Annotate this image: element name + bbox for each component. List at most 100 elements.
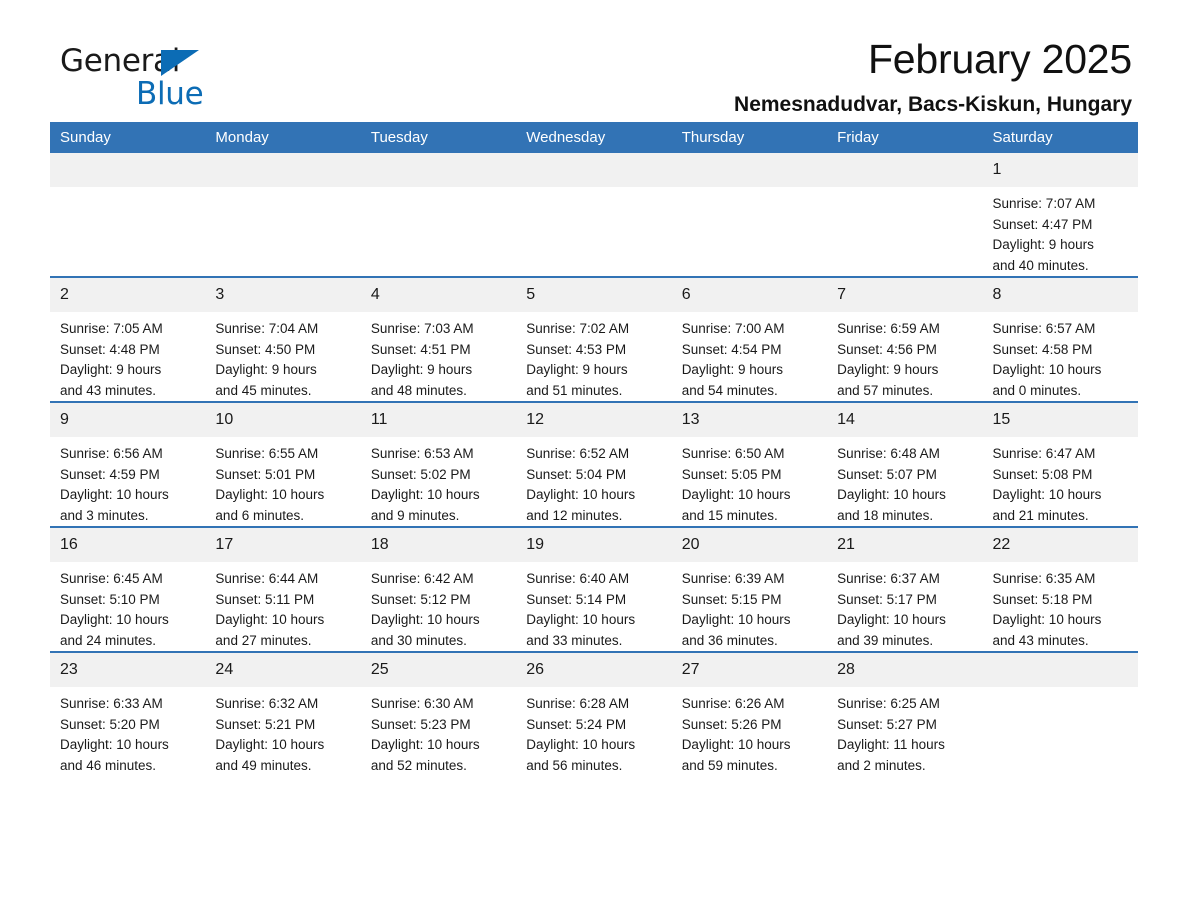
daylight-duration-line1: Daylight: 10 hours [992,362,1102,378]
calendar-day-cell[interactable]: 3 Sunrise: 7:04 AM Sunset: 4:50 PM Daylight… [205,276,361,403]
sunrise-time: Sunrise: 6:57 AM [992,321,1096,337]
daylight-duration-line1: Daylight: 9 hours [60,362,162,378]
day-number [671,153,828,187]
day-number: 15 [982,403,1138,438]
sunset-time: Sunset: 5:04 PM [526,466,627,482]
calendar-day-cell[interactable]: 23 Sunrise: 6:33 AM Sunset: 5:20 PM Dayligh… [50,651,206,777]
sunset-time: Sunset: 4:58 PM [992,341,1093,357]
day-number: 12 [516,403,672,438]
day-number [205,153,361,187]
day-details: Sunrise: 6:56 AM Sunset: 4:59 PM Daylight:… [50,437,205,526]
daylight-duration-line2: and 33 minutes. [526,632,623,648]
day-number: 3 [205,278,361,313]
sunset-time: Sunset: 5:21 PM [215,716,316,732]
day-details: Sunrise: 6:42 AM Sunset: 5:12 PM Daylight:… [361,562,516,651]
sunset-time: Sunset: 5:26 PM [681,716,782,732]
calendar-day-cell[interactable]: 9 Sunrise: 6:56 AM Sunset: 4:59 PM Daylight… [50,401,206,528]
calendar-day-cell[interactable]: 21 Sunrise: 6:37 AM Sunset: 5:17 PM Dayligh… [827,526,983,653]
daylight-duration-line2: and 52 minutes. [370,757,467,773]
daylight-duration-line2: and 56 minutes. [526,757,623,773]
daylight-duration-line2: and 43 minutes. [992,632,1089,648]
day-details: Sunrise: 6:53 AM Sunset: 5:02 PM Daylight:… [361,437,516,526]
daylight-duration-line1: Daylight: 10 hours [370,487,480,503]
daylight-duration-line1: Daylight: 9 hours [837,362,939,378]
calendar-day-cell-empty [50,153,206,277]
calendar-day-cell[interactable]: 18 Sunrise: 6:42 AM Sunset: 5:12 PM Dayligh… [360,526,517,653]
day-number: 22 [982,528,1138,563]
logo-triangle-icon [161,50,199,76]
daylight-duration-line1: Daylight: 10 hours [526,737,636,753]
day-number: 20 [671,528,828,563]
sunrise-time: Sunrise: 6:47 AM [992,446,1096,462]
calendar-day-cell[interactable]: 11 Sunrise: 6:53 AM Sunset: 5:02 PM Dayligh… [360,401,517,528]
calendar-day-cell[interactable]: 5 Sunrise: 7:02 AM Sunset: 4:53 PM Daylight… [516,276,672,403]
calendar-day-cell[interactable]: 26 Sunrise: 6:28 AM Sunset: 5:24 PM Dayligh… [516,651,672,777]
sunrise-time: Sunrise: 6:56 AM [60,446,163,462]
calendar-day-cell[interactable]: 8 Sunrise: 6:57 AM Sunset: 4:58 PM Daylight… [982,276,1138,403]
day-number: 24 [205,653,361,688]
day-number: 5 [516,278,672,313]
daylight-duration-line2: and 46 minutes. [60,757,157,773]
daylight-duration-line2: and 0 minutes. [992,382,1082,398]
day-number: 1 [982,153,1138,187]
calendar-day-cell[interactable]: 13 Sunrise: 6:50 AM Sunset: 5:05 PM Dayligh… [671,401,828,528]
calendar-day-cell[interactable]: 7 Sunrise: 6:59 AM Sunset: 4:56 PM Daylight… [827,276,983,403]
daylight-duration-line2: and 18 minutes. [837,507,934,523]
daylight-duration-line1: Daylight: 10 hours [681,612,791,628]
sunrise-time: Sunrise: 6:59 AM [837,321,940,337]
day-number: 10 [205,403,361,438]
day-details: Sunrise: 6:45 AM Sunset: 5:10 PM Daylight:… [50,562,205,651]
sunset-time: Sunset: 4:54 PM [681,341,782,357]
calendar-day-cell[interactable]: 17 Sunrise: 6:44 AM Sunset: 5:11 PM Dayligh… [205,526,361,653]
calendar-day-cell[interactable]: 14 Sunrise: 6:48 AM Sunset: 5:07 PM Dayligh… [827,401,983,528]
daylight-duration-line2: and 59 minutes. [681,757,778,773]
calendar-day-cell[interactable]: 24 Sunrise: 6:32 AM Sunset: 5:21 PM Dayligh… [205,651,361,777]
daylight-duration-line1: Daylight: 9 hours [992,237,1094,253]
day-number [360,153,517,187]
calendar-day-cell[interactable]: 16 Sunrise: 6:45 AM Sunset: 5:10 PM Dayligh… [50,526,206,653]
daylight-duration-line1: Daylight: 9 hours [526,362,628,378]
sunset-time: Sunset: 4:56 PM [837,341,937,357]
calendar-day-cell[interactable]: 1 Sunrise: 7:07 AM Sunset: 4:47 PM Daylight… [982,153,1138,277]
sunset-time: Sunset: 5:27 PM [837,716,937,732]
calendar-day-cell[interactable]: 2 Sunrise: 7:05 AM Sunset: 4:48 PM Daylight… [50,276,206,403]
calendar-day-cell[interactable]: 22 Sunrise: 6:35 AM Sunset: 5:18 PM Dayligh… [982,526,1138,653]
calendar-day-cell[interactable]: 15 Sunrise: 6:47 AM Sunset: 5:08 PM Dayligh… [982,401,1138,528]
calendar-day-cell[interactable]: 6 Sunrise: 7:00 AM Sunset: 4:54 PM Daylight… [671,276,828,403]
sunrise-time: Sunrise: 6:44 AM [215,571,319,587]
day-number: 25 [360,653,517,688]
calendar-day-cell[interactable]: 10 Sunrise: 6:55 AM Sunset: 5:01 PM Dayligh… [205,401,361,528]
daylight-duration-line1: Daylight: 10 hours [215,487,325,503]
daylight-duration-line2: and 6 minutes. [215,507,304,523]
sunset-time: Sunset: 5:02 PM [370,466,471,482]
daylight-duration-line2: and 36 minutes. [681,632,778,648]
logo-text-blue: Blue [136,76,204,112]
sunset-time: Sunset: 5:11 PM [215,591,315,607]
calendar-day-cell[interactable]: 25 Sunrise: 6:30 AM Sunset: 5:23 PM Dayligh… [360,651,517,777]
day-details: Sunrise: 6:48 AM Sunset: 5:07 PM Daylight:… [827,437,982,526]
daylight-duration-line2: and 12 minutes. [526,507,623,523]
sunrise-time: Sunrise: 6:37 AM [837,571,940,587]
sunset-time: Sunset: 5:05 PM [681,466,782,482]
calendar-day-cell-empty [205,153,361,277]
sunrise-sunset-calendar: Sunday Monday Tuesday Wednesday Thursday… [50,122,1138,777]
calendar-day-cell[interactable]: 28 Sunrise: 6:25 AM Sunset: 5:27 PM Dayligh… [827,651,983,777]
sunrise-time: Sunrise: 6:26 AM [681,696,785,712]
sunset-time: Sunset: 5:20 PM [60,716,160,732]
calendar-day-cell[interactable]: 12 Sunrise: 6:52 AM Sunset: 5:04 PM Dayligh… [516,401,672,528]
day-details: Sunrise: 6:33 AM Sunset: 5:20 PM Daylight:… [50,687,205,776]
calendar-day-cell[interactable]: 27 Sunrise: 6:26 AM Sunset: 5:26 PM Dayligh… [671,651,828,777]
page-header: General Blue February 2025 Nemesnadudvar… [50,0,1138,116]
day-number: 28 [827,653,983,688]
sunset-time: Sunset: 5:18 PM [992,591,1093,607]
calendar-week-row: 2 Sunrise: 7:05 AM Sunset: 4:48 PM Daylight… [50,276,1138,403]
calendar-day-cell[interactable]: 20 Sunrise: 6:39 AM Sunset: 5:15 PM Dayligh… [671,526,828,653]
day-details: Sunrise: 6:50 AM Sunset: 5:05 PM Daylight:… [672,437,827,526]
sunset-time: Sunset: 5:10 PM [60,591,160,607]
weekday-header-tuesday: Tuesday [360,122,517,153]
calendar-day-cell[interactable]: 4 Sunrise: 7:03 AM Sunset: 4:51 PM Daylight… [360,276,517,403]
day-details: Sunrise: 7:02 AM Sunset: 4:53 PM Daylight:… [516,312,671,401]
calendar-week-row: 16 Sunrise: 6:45 AM Sunset: 5:10 PM Dayligh… [50,526,1138,653]
calendar-day-cell[interactable]: 19 Sunrise: 6:40 AM Sunset: 5:14 PM Dayligh… [516,526,672,653]
daylight-duration-line2: and 24 minutes. [60,632,157,648]
